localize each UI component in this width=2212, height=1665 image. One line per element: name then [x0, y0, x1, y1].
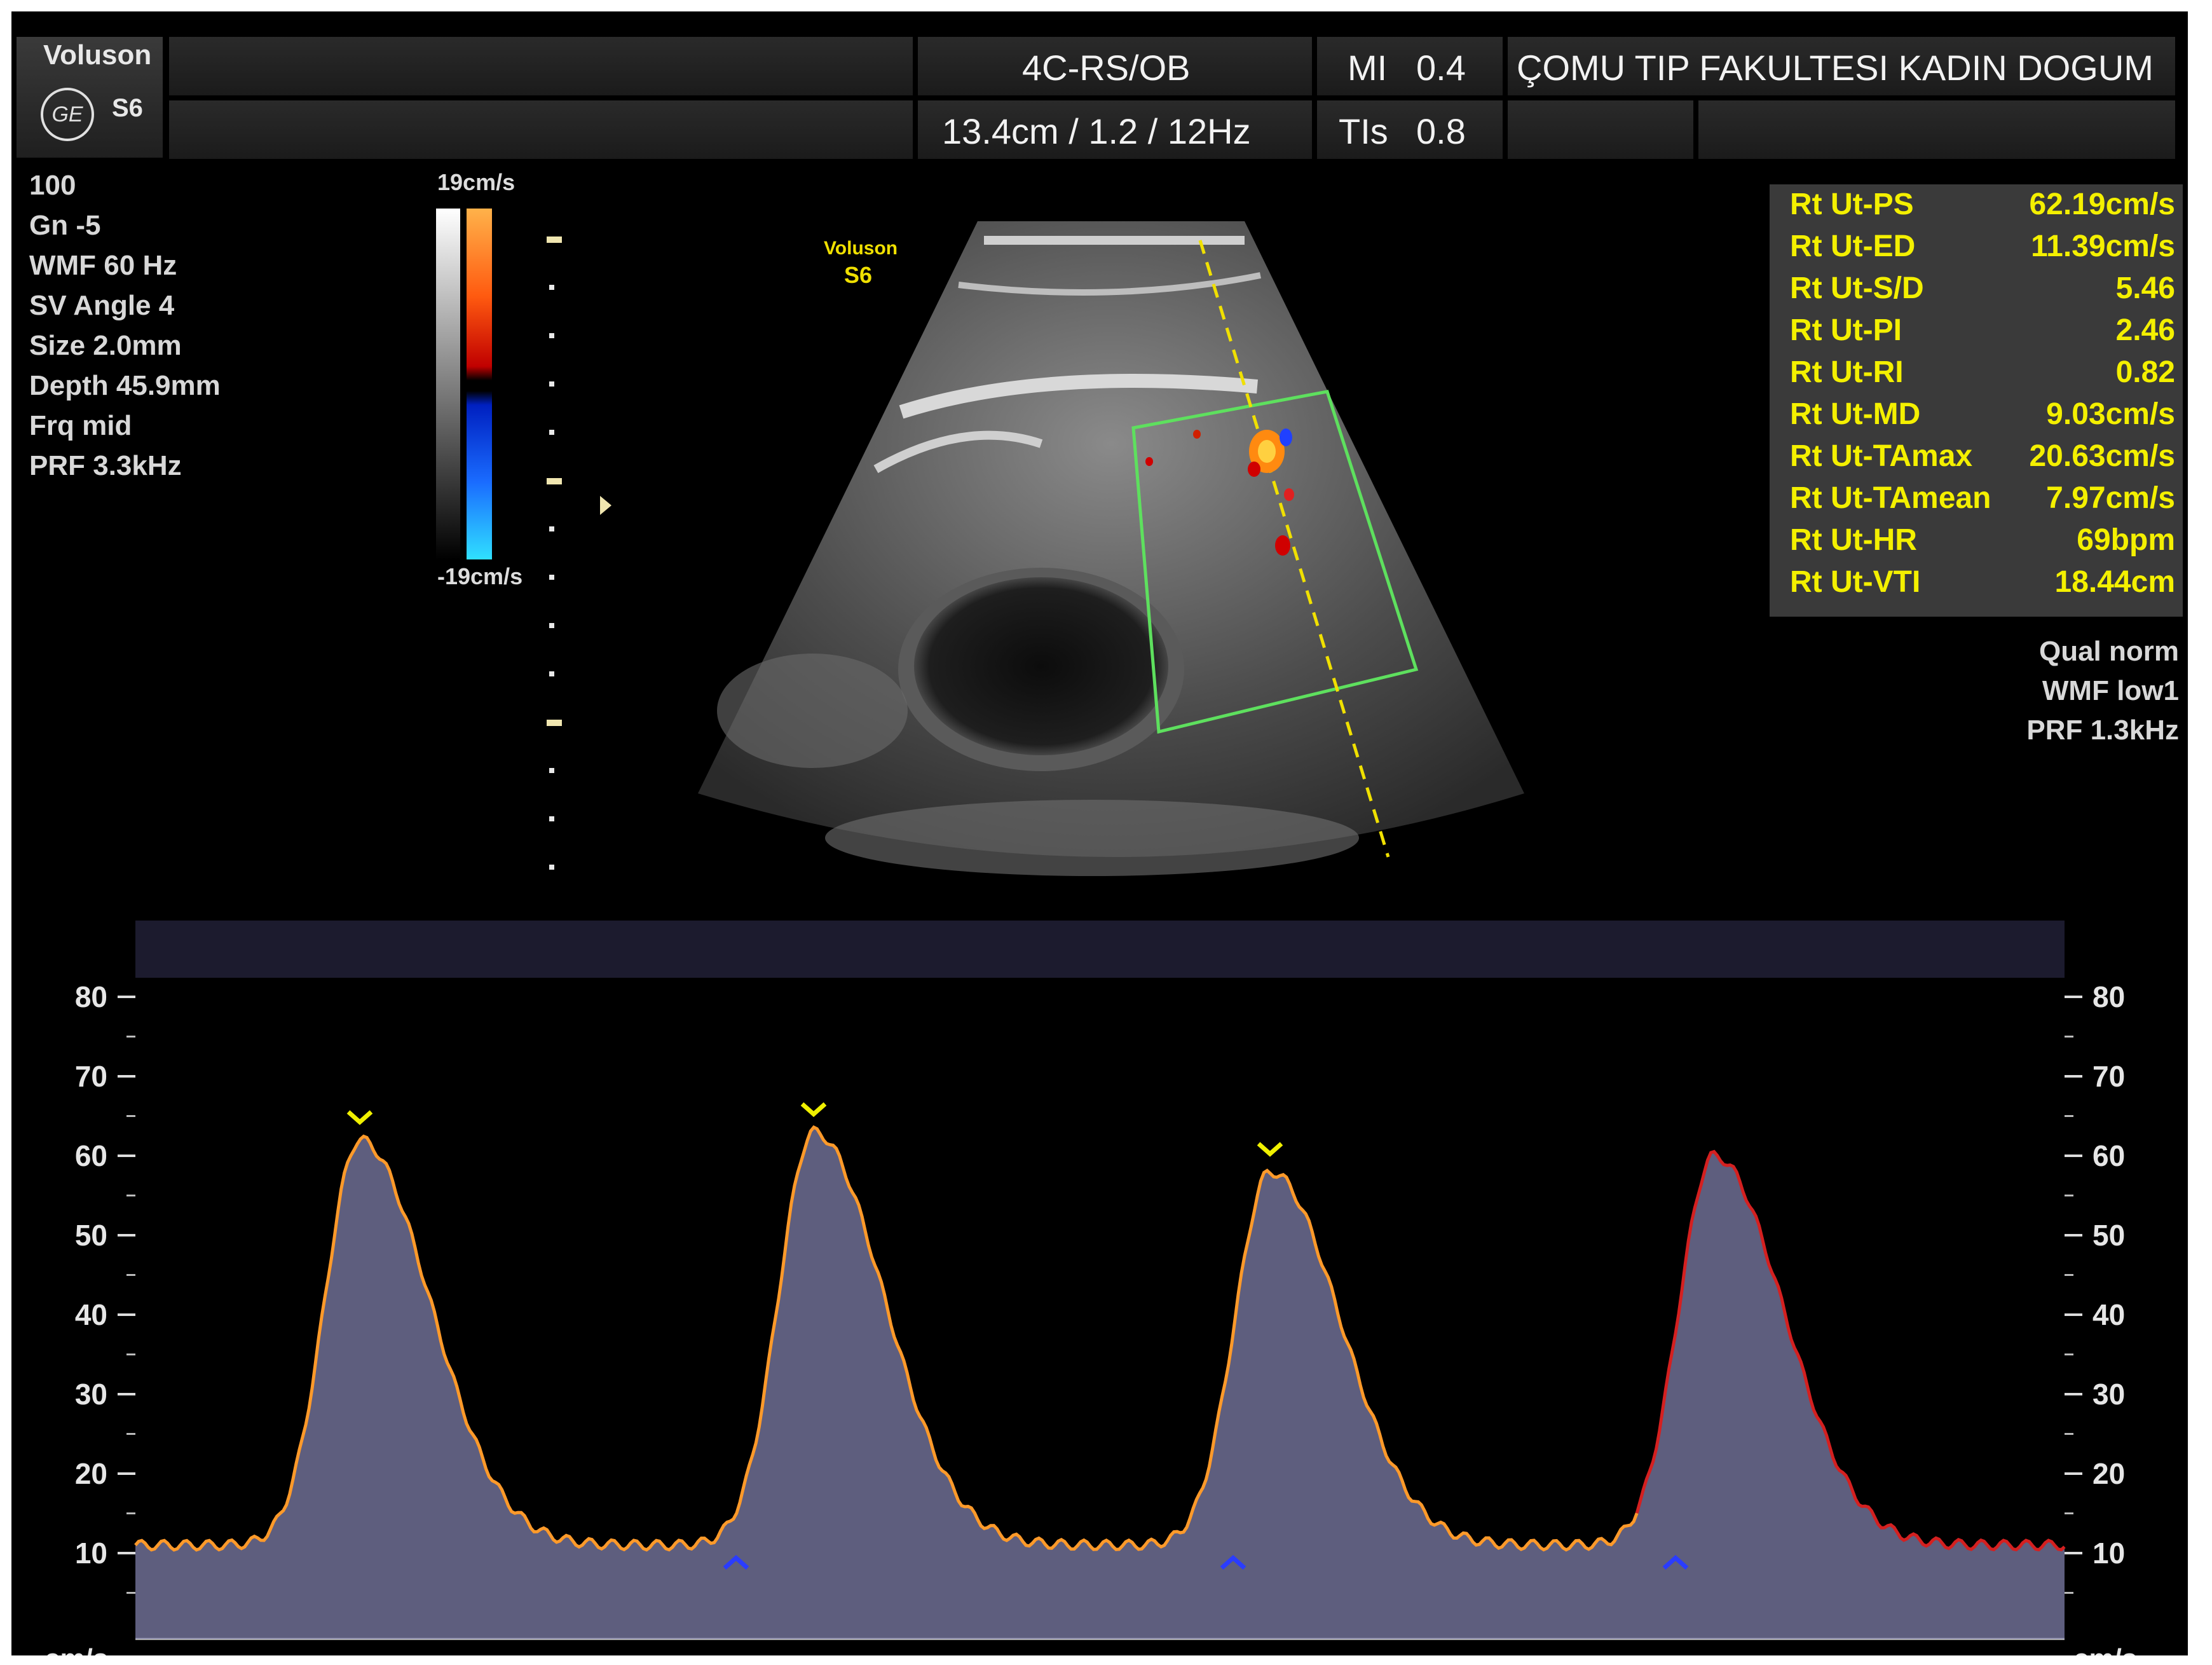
- measurement-value: 18.44cm: [2054, 565, 2176, 599]
- measurement-label: Rt Ut-MD: [1790, 397, 1921, 431]
- param-line: 100: [29, 170, 76, 201]
- y-tick-label-right: 60: [2093, 1139, 2125, 1172]
- measurement-label: Rt Ut-HR: [1790, 523, 1917, 557]
- y-tick-label-left: 80: [75, 980, 107, 1013]
- header-blank-box: [1508, 100, 1693, 159]
- y-tick-label-right: 70: [2093, 1060, 2125, 1093]
- y-tick-label-left: 20: [75, 1457, 107, 1490]
- unit-label-left: cm/s: [44, 1643, 108, 1655]
- y-tick-label-right: 80: [2093, 980, 2125, 1013]
- measurement-value: 0.82: [2115, 355, 2175, 389]
- doppler-param: PRF 1.3kHz: [2026, 715, 2179, 746]
- measurement-label: Rt Ut-PI: [1790, 313, 1902, 347]
- measurement-row: Rt Ut-RI 0.82: [1770, 355, 2183, 397]
- y-tick-label-left: 50: [75, 1219, 107, 1252]
- y-tick-label-left: 60: [75, 1139, 107, 1172]
- param-line: Frq mid: [29, 410, 132, 441]
- tis-label: TIs: [1339, 111, 1388, 151]
- measurement-row: Rt Ut-PS 62.19cm/s: [1770, 187, 2183, 229]
- y-tick-label-right: 20: [2093, 1457, 2125, 1490]
- param-line: SV Angle 4: [29, 290, 175, 321]
- measurement-label: Rt Ut-S/D: [1790, 271, 1924, 305]
- param-line: Size 2.0mm: [29, 330, 182, 361]
- measurement-value: 69bpm: [2077, 523, 2175, 557]
- brand-name: Voluson: [43, 39, 152, 71]
- spectrum-noise-top: [135, 921, 2065, 978]
- y-tick-label-right: 10: [2093, 1537, 2125, 1570]
- doppler-param: WMF low1: [2042, 675, 2179, 706]
- grayscale-bar: [436, 209, 460, 559]
- measurement-row: Rt Ut-S/D 5.46: [1770, 271, 2183, 313]
- measurement-value: 20.63cm/s: [2029, 439, 2175, 473]
- measurement-row: Rt Ut-ED 11.39cm/s: [1770, 229, 2183, 271]
- measurement-value: 7.97cm/s: [2046, 481, 2175, 515]
- header-blank-box-2: [1698, 100, 2175, 159]
- model-name: S6: [112, 94, 143, 122]
- param-line: WMF 60 Hz: [29, 250, 177, 281]
- measurement-row: Rt Ut-TAmean 7.97cm/s: [1770, 481, 2183, 523]
- header-mi-box: [1317, 37, 1503, 95]
- measurement-label: Rt Ut-VTI: [1790, 565, 1921, 599]
- ultrasound-screen: Voluson GE S6 4C-RS/OB 13.4cm / 1.2 / 12…: [11, 11, 2188, 1655]
- measurement-value: 11.39cm/s: [2031, 230, 2175, 263]
- mi-value: 0.4: [1416, 48, 1466, 88]
- measurement-panel: Rt Ut-PS 62.19cm/s Rt Ut-ED 11.39cm/s Rt U…: [1770, 184, 2183, 617]
- y-tick-label-left: 10: [75, 1537, 107, 1570]
- y-tick-label-right: 40: [2093, 1298, 2125, 1331]
- peak-marker-icon: [800, 1102, 827, 1118]
- probe-preset: 4C-RS/OB: [1022, 48, 1191, 88]
- param-line: PRF 3.3kHz: [29, 450, 182, 481]
- measurement-row: Rt Ut-TAmax 20.63cm/s: [1770, 439, 2183, 481]
- doppler-param: Qual norm: [2038, 636, 2179, 667]
- measurement-value: 62.19cm/s: [2029, 188, 2175, 221]
- ge-logo-icon: GE: [41, 88, 94, 141]
- color-velocity-bar: [467, 209, 492, 559]
- measurement-label: Rt Ut-TAmean: [1790, 481, 1991, 515]
- y-tick-label-left: 70: [75, 1060, 107, 1093]
- depth-markers: [547, 236, 562, 870]
- measurement-row: Rt Ut-PI 2.46: [1770, 313, 2183, 355]
- y-tick-label-left: 40: [75, 1298, 107, 1331]
- measurement-row: Rt Ut-MD 9.03cm/s: [1770, 397, 2183, 439]
- mi-label: MI: [1348, 48, 1388, 88]
- color-scale-bottom-label: -19cm/s: [437, 563, 523, 589]
- measurement-value: 5.46: [2115, 271, 2175, 305]
- measurement-value: 2.46: [2115, 313, 2175, 347]
- header-bar-1b: [169, 100, 913, 159]
- institution-name: ÇOMU TIP FAKULTESI KADIN DOGUM: [1517, 48, 2154, 88]
- param-line: Depth 45.9mm: [29, 370, 221, 401]
- color-scale-top-label: 19cm/s: [437, 169, 515, 195]
- measurement-label: Rt Ut-RI: [1790, 355, 1904, 389]
- doppler-spectrum: 80 80 70 70 60 60 50 50 40 40 30 30 20 20 10 10 cm/s cm/s: [44, 921, 2137, 1655]
- measurement-row: Rt Ut-HR 69bpm: [1770, 523, 2183, 565]
- param-line: Gn -5: [29, 210, 101, 241]
- bmode-image: [698, 221, 1524, 876]
- focus-marker-icon: [600, 496, 611, 515]
- unit-label-right: cm/s: [2073, 1643, 2137, 1655]
- tis-value: 0.8: [1416, 111, 1466, 151]
- y-tick-label-left: 30: [75, 1378, 107, 1411]
- measurement-value: 9.03cm/s: [2046, 397, 2175, 431]
- peak-marker-icon: [1257, 1142, 1283, 1157]
- y-tick-label-right: 50: [2093, 1219, 2125, 1252]
- measurement-label: Rt Ut-PS: [1790, 188, 1914, 221]
- measurement-label: Rt Ut-TAmax: [1790, 439, 1973, 473]
- header-bar-1: [169, 37, 913, 95]
- measurement-label: Rt Ut-ED: [1790, 230, 1916, 263]
- measurement-row: Rt Ut-VTI 18.44cm: [1770, 565, 2183, 606]
- peak-marker-icon: [346, 1110, 373, 1125]
- y-tick-label-right: 30: [2093, 1378, 2125, 1411]
- depth-info: 13.4cm / 1.2 / 12Hz: [942, 111, 1251, 151]
- spectral-fill: [135, 1127, 2065, 1639]
